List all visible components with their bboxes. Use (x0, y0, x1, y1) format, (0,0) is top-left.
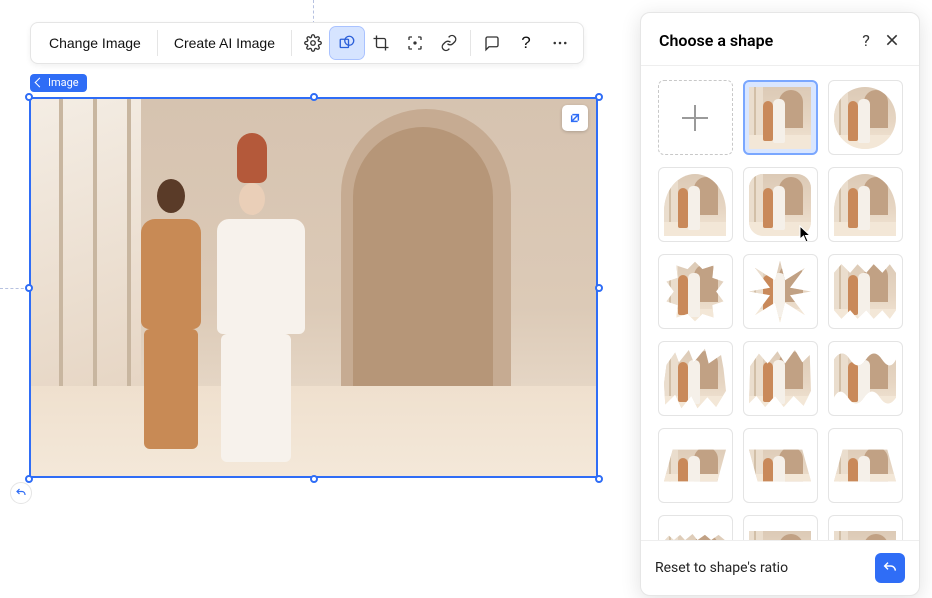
settings-button[interactable] (296, 27, 330, 59)
resize-handle-bottom-left[interactable] (25, 475, 33, 483)
shape-option-wave-rect[interactable] (828, 341, 903, 416)
shape-thumbnail (834, 261, 896, 323)
expand-icon (567, 110, 583, 126)
shape-option-ripped-top[interactable] (658, 515, 733, 540)
separator (157, 30, 158, 56)
gear-icon (304, 34, 322, 52)
shape-thumbnail (749, 348, 811, 410)
shape-grid (655, 80, 905, 540)
shape-thumbnail (749, 444, 811, 488)
shape-option-custom-shape[interactable] (658, 80, 733, 155)
shape-option-circle[interactable] (828, 80, 903, 155)
shape-icon (338, 34, 356, 52)
reset-ratio-button[interactable] (875, 553, 905, 583)
focal-icon (406, 34, 424, 52)
shape-thumbnail (834, 444, 896, 488)
panel-help-button[interactable]: ? (853, 27, 879, 53)
shape-option-scallop[interactable] (828, 254, 903, 329)
link-icon (440, 34, 458, 52)
undo-icon (15, 487, 27, 499)
create-ai-image-button[interactable]: Create AI Image (162, 27, 287, 59)
panel-body (641, 66, 919, 540)
more-button[interactable] (543, 27, 577, 59)
resize-handle-bottom-center[interactable] (310, 475, 318, 483)
shape-option-burst[interactable] (743, 254, 818, 329)
help-icon: ? (862, 31, 870, 50)
reset-ratio-label: Reset to shape's ratio (655, 560, 875, 576)
link-button[interactable] (432, 27, 466, 59)
resize-handle-middle-right[interactable] (595, 284, 603, 292)
shape-option-trapezoid[interactable] (828, 428, 903, 503)
image-toolbar: Change Image Create AI Image ? (30, 22, 584, 64)
shape-option-rough-blob-1[interactable] (658, 341, 733, 416)
more-icon (551, 34, 569, 52)
panel-title: Choose a shape (659, 31, 853, 50)
shape-thumbnail (664, 348, 726, 410)
shape-thumbnail (749, 87, 811, 149)
shape-option-rectangle-wide[interactable] (743, 515, 818, 540)
shape-mask-button[interactable] (330, 27, 364, 59)
shape-option-ripped-bottom[interactable] (828, 515, 903, 540)
shape-option-arch-frame[interactable] (828, 167, 903, 242)
crop-button[interactable] (364, 27, 398, 59)
separator (470, 30, 471, 56)
element-type-tag[interactable]: Image (30, 74, 87, 92)
focal-point-button[interactable] (398, 27, 432, 59)
shape-option-rough-blob-2[interactable] (743, 341, 818, 416)
resize-handle-bottom-right[interactable] (595, 475, 603, 483)
shape-thumbnail (834, 348, 896, 410)
shape-option-flower[interactable] (658, 254, 733, 329)
shape-option-arch[interactable] (658, 167, 733, 242)
plus-icon (682, 105, 708, 131)
shape-option-rectangle[interactable] (743, 80, 818, 155)
shape-thumbnail (664, 531, 726, 541)
resize-handle-top-left[interactable] (25, 93, 33, 101)
shape-thumbnail (664, 444, 726, 488)
selected-image[interactable] (29, 97, 598, 478)
shape-panel: Choose a shape ? Reset to shape's ratio (640, 12, 920, 596)
expand-image-button[interactable] (562, 105, 588, 131)
help-icon: ? (521, 33, 530, 53)
shape-thumbnail (664, 261, 726, 323)
shape-option-parallelogram-right[interactable] (743, 428, 818, 503)
shape-thumbnail (834, 87, 896, 149)
help-button[interactable]: ? (509, 27, 543, 59)
resize-handle-top-right[interactable] (595, 93, 603, 101)
change-image-button[interactable]: Change Image (37, 27, 153, 59)
shape-thumbnail (834, 531, 896, 541)
comment-button[interactable] (475, 27, 509, 59)
separator (291, 30, 292, 56)
resize-handle-middle-left[interactable] (25, 284, 33, 292)
shape-thumbnail (664, 174, 726, 236)
panel-footer: Reset to shape's ratio (641, 540, 919, 595)
panel-header: Choose a shape ? (641, 13, 919, 66)
shape-option-parallelogram-left[interactable] (658, 428, 733, 503)
undo-button[interactable] (10, 482, 32, 504)
reset-icon (882, 560, 898, 576)
resize-handle-top-center[interactable] (310, 93, 318, 101)
vertical-guide (313, 0, 314, 24)
panel-close-button[interactable] (879, 27, 905, 53)
shape-thumbnail (834, 174, 896, 236)
shape-thumbnail (749, 261, 811, 323)
close-icon (884, 32, 900, 48)
shape-option-rounded-rect[interactable] (743, 167, 818, 242)
crop-icon (372, 34, 390, 52)
shape-thumbnail (749, 174, 811, 236)
shape-thumbnail (749, 531, 811, 541)
comment-icon (483, 34, 501, 52)
